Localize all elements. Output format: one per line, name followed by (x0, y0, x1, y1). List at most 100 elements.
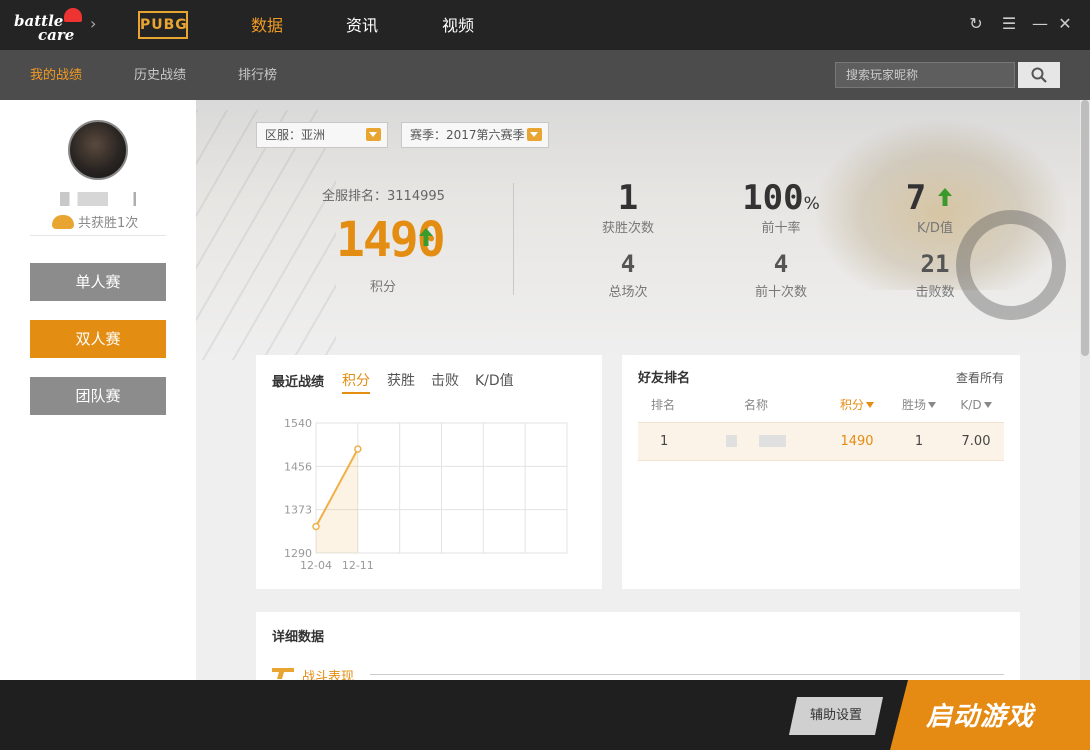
col-wins[interactable]: 胜场 (890, 388, 948, 422)
data-point (354, 445, 362, 453)
logo-text-care: care (38, 26, 75, 44)
top10-rate-label: 前十率 (761, 221, 801, 236)
server-rank: 全服排名：3114995 (322, 189, 445, 204)
col-score-label: 积分 (839, 398, 864, 413)
details-title: 详细数据 (272, 630, 325, 645)
friends-ranking-card: 好友排名 查看所有 排名 名称 积分 胜场 K/D 1 1490 1 7.00 (622, 355, 1020, 589)
col-name[interactable]: 名称 (688, 388, 824, 422)
row-rank: 1 (638, 421, 688, 461)
nav-news[interactable]: 资讯 (346, 0, 378, 50)
avatar[interactable] (68, 120, 128, 180)
friends-title: 好友排名 (638, 371, 691, 386)
matches-value: 4 (620, 250, 636, 278)
nav-video[interactable]: 视频 (442, 0, 474, 50)
refresh-icon[interactable]: ↻ (966, 14, 986, 34)
percent-unit: % (803, 194, 820, 214)
season-value: 赛季：2017第六赛季 (410, 128, 525, 142)
y-tick-label: 1540 (284, 417, 312, 430)
col-rank-label: 排名 (650, 398, 675, 413)
menu-icon[interactable]: ☰ (999, 14, 1019, 34)
launch-game-button[interactable]: 启动游戏 (890, 680, 1090, 750)
scrollbar-thumb[interactable] (1081, 100, 1089, 356)
kd-value: 7 (905, 178, 927, 218)
up-arrow-icon (419, 228, 433, 246)
assist-settings-button[interactable]: 辅助设置 (788, 697, 884, 735)
sub-nav-bar: 我的战绩 历史战绩 排行榜 (0, 50, 1090, 100)
dropdown-arrow-icon (527, 128, 542, 141)
row-score: 1490 (824, 421, 890, 461)
assist-settings-label: 辅助设置 (809, 708, 862, 723)
search-button[interactable] (1018, 62, 1060, 88)
row-name (688, 421, 824, 461)
subnav-leaderboard[interactable]: 排行榜 (238, 50, 277, 102)
subnav-history[interactable]: 历史战绩 (134, 50, 186, 102)
player-name-redacted (60, 192, 140, 206)
helmet-icon (64, 8, 82, 22)
series-area (316, 449, 358, 553)
mode-squad-button[interactable]: 团队赛 (30, 377, 166, 415)
score-label: 积分 (370, 280, 397, 295)
view-all-link[interactable]: 查看所有 (956, 369, 1004, 386)
top10-rate-value: 100% (731, 178, 831, 218)
profile-sidebar: 共获胜1次 单人赛 双人赛 团队赛 (0, 100, 196, 680)
divider (513, 183, 514, 295)
recent-performance-card: 最近战绩 积分 获胜 击败 K/D值 1540 1456 1373 1290 12-04… (256, 355, 602, 589)
kills-value: 21 (920, 250, 950, 278)
x-tick-label: 12-04 (300, 559, 332, 572)
col-name-label: 名称 (743, 398, 768, 413)
gun-icon (272, 668, 294, 679)
top10-count-value: 4 (773, 250, 789, 278)
divider (370, 674, 1004, 675)
col-score[interactable]: 积分 (824, 388, 890, 422)
close-icon[interactable]: ✕ (1055, 14, 1075, 34)
battlecare-logo[interactable]: battle care (14, 8, 84, 44)
wins-value: 1 (617, 178, 639, 218)
subnav-my-records[interactable]: 我的战绩 (30, 50, 82, 102)
region-dropdown[interactable]: 区服：亚洲 (256, 122, 388, 148)
main-scrollbar[interactable] (1080, 100, 1090, 680)
season-dropdown[interactable]: 赛季：2017第六赛季 (401, 122, 549, 148)
score-trend-chart: 154014561373129012-04 12-11 (284, 417, 568, 572)
row-kd: 7.00 (948, 421, 1004, 461)
top10-count-label: 前十次数 (754, 285, 807, 300)
y-tick-label: 1373 (284, 504, 312, 517)
search-input[interactable] (835, 62, 1015, 88)
region-value: 区服：亚洲 (265, 128, 326, 142)
detailed-data-card: 详细数据 战斗表现 (256, 612, 1020, 680)
y-tick-label: 1456 (284, 460, 312, 473)
top10-rate-number: 100 (742, 178, 804, 218)
total-wins: 共获胜1次 (52, 212, 138, 231)
matches-label: 总场次 (608, 285, 648, 300)
player-name-redacted (726, 435, 786, 447)
main-content: 区服：亚洲 赛季：2017第六赛季 全服排名：3114995 1490 积分 1… (196, 100, 1080, 680)
table-row[interactable]: 1 1490 1 7.00 (638, 421, 1004, 461)
chevron-right-icon[interactable]: › (90, 14, 96, 33)
dropdown-arrow-icon (366, 128, 381, 141)
col-rank[interactable]: 排名 (638, 388, 688, 422)
col-kd-label: K/D (960, 397, 982, 412)
wins-label: 获胜次数 (601, 221, 654, 236)
pubg-logo[interactable]: PUBG (138, 11, 188, 39)
launch-game-label: 启动游戏 (926, 702, 1035, 732)
sort-desc-icon (928, 402, 936, 409)
friends-table: 排名 名称 积分 胜场 K/D 1 1490 1 7.00 (638, 388, 1004, 461)
sort-desc-icon (983, 401, 992, 408)
combat-section-title: 战斗表现 (302, 670, 355, 680)
mode-solo-button[interactable]: 单人赛 (30, 263, 166, 301)
chicken-icon (52, 215, 74, 229)
kd-label: K/D值 (917, 221, 953, 236)
data-point (312, 522, 320, 531)
mode-duo-button[interactable]: 双人赛 (30, 320, 166, 358)
top-bar: battle care › PUBG 数据 资讯 视频 ↻ ☰ — ✕ (0, 0, 1090, 50)
col-kd[interactable]: K/D (948, 388, 1004, 422)
col-wins-label: 胜场 (901, 398, 926, 413)
kills-label: 击败数 (915, 285, 955, 300)
up-arrow-icon (938, 188, 952, 206)
total-wins-text: 共获胜1次 (78, 216, 139, 231)
minimize-icon[interactable]: — (1030, 14, 1050, 34)
sort-desc-icon (866, 402, 874, 409)
search-icon (1031, 67, 1047, 83)
x-tick-label: 12-11 (342, 559, 374, 572)
nav-data[interactable]: 数据 (251, 0, 283, 50)
divider (30, 235, 166, 236)
